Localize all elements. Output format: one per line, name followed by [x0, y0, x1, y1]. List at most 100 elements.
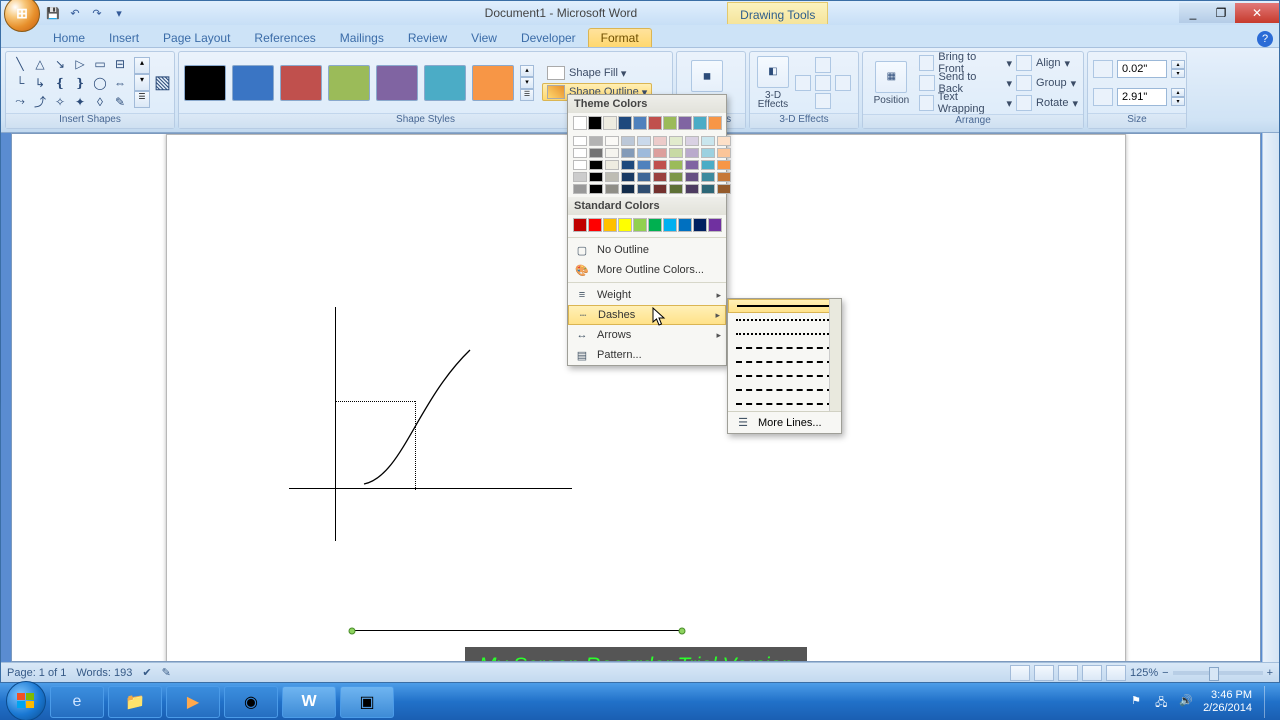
theme-shade-swatch[interactable] [685, 160, 699, 170]
theme-shade-swatch[interactable] [621, 160, 635, 170]
view-web-icon[interactable] [1058, 665, 1078, 681]
standard-color-swatch[interactable] [633, 218, 647, 232]
theme-shade-swatch[interactable] [701, 172, 715, 182]
office-button[interactable]: ⊞ [0, 0, 38, 32]
dash-dash[interactable] [728, 341, 841, 355]
tilt-center-icon[interactable] [815, 75, 831, 91]
dash-round-dot[interactable] [728, 313, 841, 327]
height-value[interactable]: 0.02" [1117, 60, 1167, 78]
tab-page-layout[interactable]: Page Layout [151, 29, 242, 47]
arrows-item[interactable]: ↔Arrows▸ [568, 325, 726, 345]
theme-shade-swatch[interactable] [685, 172, 699, 182]
tab-developer[interactable]: Developer [509, 29, 588, 47]
vertical-scrollbar[interactable] [1262, 133, 1279, 662]
height-field[interactable]: 0.02" ▴▾ [1093, 58, 1185, 80]
dash-dash-dot[interactable] [728, 355, 841, 369]
theme-shade-swatch[interactable] [621, 148, 635, 158]
shapes-scroll-up-icon[interactable]: ▴ [134, 57, 150, 74]
theme-color-swatch[interactable] [663, 116, 677, 130]
shape-fill-button[interactable]: Shape Fill▾ [542, 64, 652, 82]
qat-redo-icon[interactable]: ↷ [88, 4, 106, 22]
drawn-horizontal-axis[interactable] [289, 488, 572, 489]
theme-shade-swatch[interactable] [573, 172, 587, 182]
more-outline-colors-item[interactable]: 🎨More Outline Colors... [568, 260, 726, 280]
theme-shade-swatch[interactable] [717, 136, 731, 146]
theme-shade-swatch[interactable] [621, 184, 635, 194]
no-outline-item[interactable]: ▢No Outline [568, 240, 726, 260]
standard-color-swatch[interactable] [693, 218, 707, 232]
drawn-vertical-axis[interactable] [335, 307, 336, 541]
h-spin-down[interactable]: ▾ [1171, 69, 1185, 78]
qat-customize-icon[interactable]: ▾ [110, 4, 128, 22]
theme-shade-swatch[interactable] [653, 172, 667, 182]
theme-color-swatch[interactable] [573, 116, 587, 130]
theme-shade-swatch[interactable] [701, 184, 715, 194]
group-button[interactable]: Group▾ [1016, 74, 1078, 92]
theme-shade-swatch[interactable] [573, 160, 587, 170]
shape-line-icon[interactable]: ╲ [11, 55, 29, 72]
dash-square-dot[interactable] [728, 327, 841, 341]
shape-gallery[interactable]: ╲ △ ↘ ▷ ▭ ⊟ └ ↳ ❴ ❵ ◯ ⇔ ⤳ ⤴ ✧ ✦ ◊ [11, 55, 129, 110]
shape-curve2-icon[interactable]: ⤴ [31, 93, 49, 110]
theme-color-swatch[interactable] [603, 116, 617, 130]
theme-shade-swatch[interactable] [669, 172, 683, 182]
styles-more-icon[interactable]: ☰ [520, 89, 534, 101]
tab-references[interactable]: References [242, 29, 327, 47]
zoom-in-icon[interactable]: + [1267, 667, 1273, 679]
close-button[interactable]: ✕ [1235, 3, 1279, 23]
shape-freeform-icon[interactable]: ✎ [111, 93, 129, 110]
status-page[interactable]: Page: 1 of 1 [7, 667, 66, 679]
theme-shade-swatch[interactable] [589, 160, 603, 170]
qat-save-icon[interactable]: 💾 [44, 4, 62, 22]
theme-shade-swatch[interactable] [637, 148, 651, 158]
quick-style-3[interactable] [280, 65, 322, 101]
theme-color-swatch[interactable] [618, 116, 632, 130]
shape-brace-icon[interactable]: ❴ [51, 74, 69, 91]
standard-color-swatch[interactable] [618, 218, 632, 232]
tab-home[interactable]: Home [41, 29, 97, 47]
theme-shade-swatch[interactable] [717, 172, 731, 182]
theme-shade-swatch[interactable] [685, 184, 699, 194]
theme-shade-swatch[interactable] [669, 136, 683, 146]
tab-mailings[interactable]: Mailings [328, 29, 396, 47]
view-full-screen-icon[interactable] [1034, 665, 1054, 681]
theme-shade-swatch[interactable] [669, 160, 683, 170]
shape-rarrow-icon[interactable]: ▷ [71, 55, 89, 72]
theme-shade-swatch[interactable] [605, 184, 619, 194]
status-trackchanges-icon[interactable]: ✎ [162, 666, 171, 679]
dash-long-dash-dot-dot[interactable] [728, 397, 841, 411]
w-spin-up[interactable]: ▴ [1171, 88, 1185, 97]
tilt-right-icon[interactable] [835, 75, 851, 91]
theme-shade-swatch[interactable] [685, 148, 699, 158]
shape-bracer-icon[interactable]: ❵ [71, 74, 89, 91]
quick-style-2[interactable] [232, 65, 274, 101]
tab-view[interactable]: View [459, 29, 509, 47]
selection-handle-end[interactable] [679, 628, 686, 635]
theme-shade-swatch[interactable] [701, 160, 715, 170]
quick-style-6[interactable] [424, 65, 466, 101]
quick-style-5[interactable] [376, 65, 418, 101]
tray-network-icon[interactable]: 🖧 [1155, 694, 1171, 710]
tab-format[interactable]: Format [588, 28, 652, 47]
theme-shade-swatch[interactable] [701, 148, 715, 158]
position-button[interactable]: ▦ Position [868, 61, 915, 106]
shape-star-icon[interactable]: ✧ [51, 93, 69, 110]
theme-shade-swatch[interactable] [573, 184, 587, 194]
drawn-curve[interactable] [362, 346, 472, 486]
tab-insert[interactable]: Insert [97, 29, 151, 47]
theme-color-swatch[interactable] [633, 116, 647, 130]
width-field[interactable]: 2.91" ▴▾ [1093, 86, 1185, 108]
weight-item[interactable]: ≡Weight▸ [568, 285, 726, 305]
shape-rect-icon[interactable]: ▭ [91, 55, 109, 72]
status-words[interactable]: Words: 193 [76, 667, 132, 679]
status-spell-icon[interactable]: ✔ [142, 666, 151, 679]
minimize-button[interactable]: _ [1179, 3, 1207, 23]
3d-effects-button[interactable]: ◧ 3-D Effects [755, 56, 791, 110]
theme-shade-swatch[interactable] [637, 172, 651, 182]
theme-shade-swatch[interactable] [653, 136, 667, 146]
standard-color-swatch[interactable] [663, 218, 677, 232]
zoom-slider[interactable] [1173, 671, 1263, 675]
dashes-item[interactable]: ┄Dashes▸ [568, 305, 726, 325]
quick-style-1[interactable] [184, 65, 226, 101]
theme-shade-swatch[interactable] [717, 184, 731, 194]
